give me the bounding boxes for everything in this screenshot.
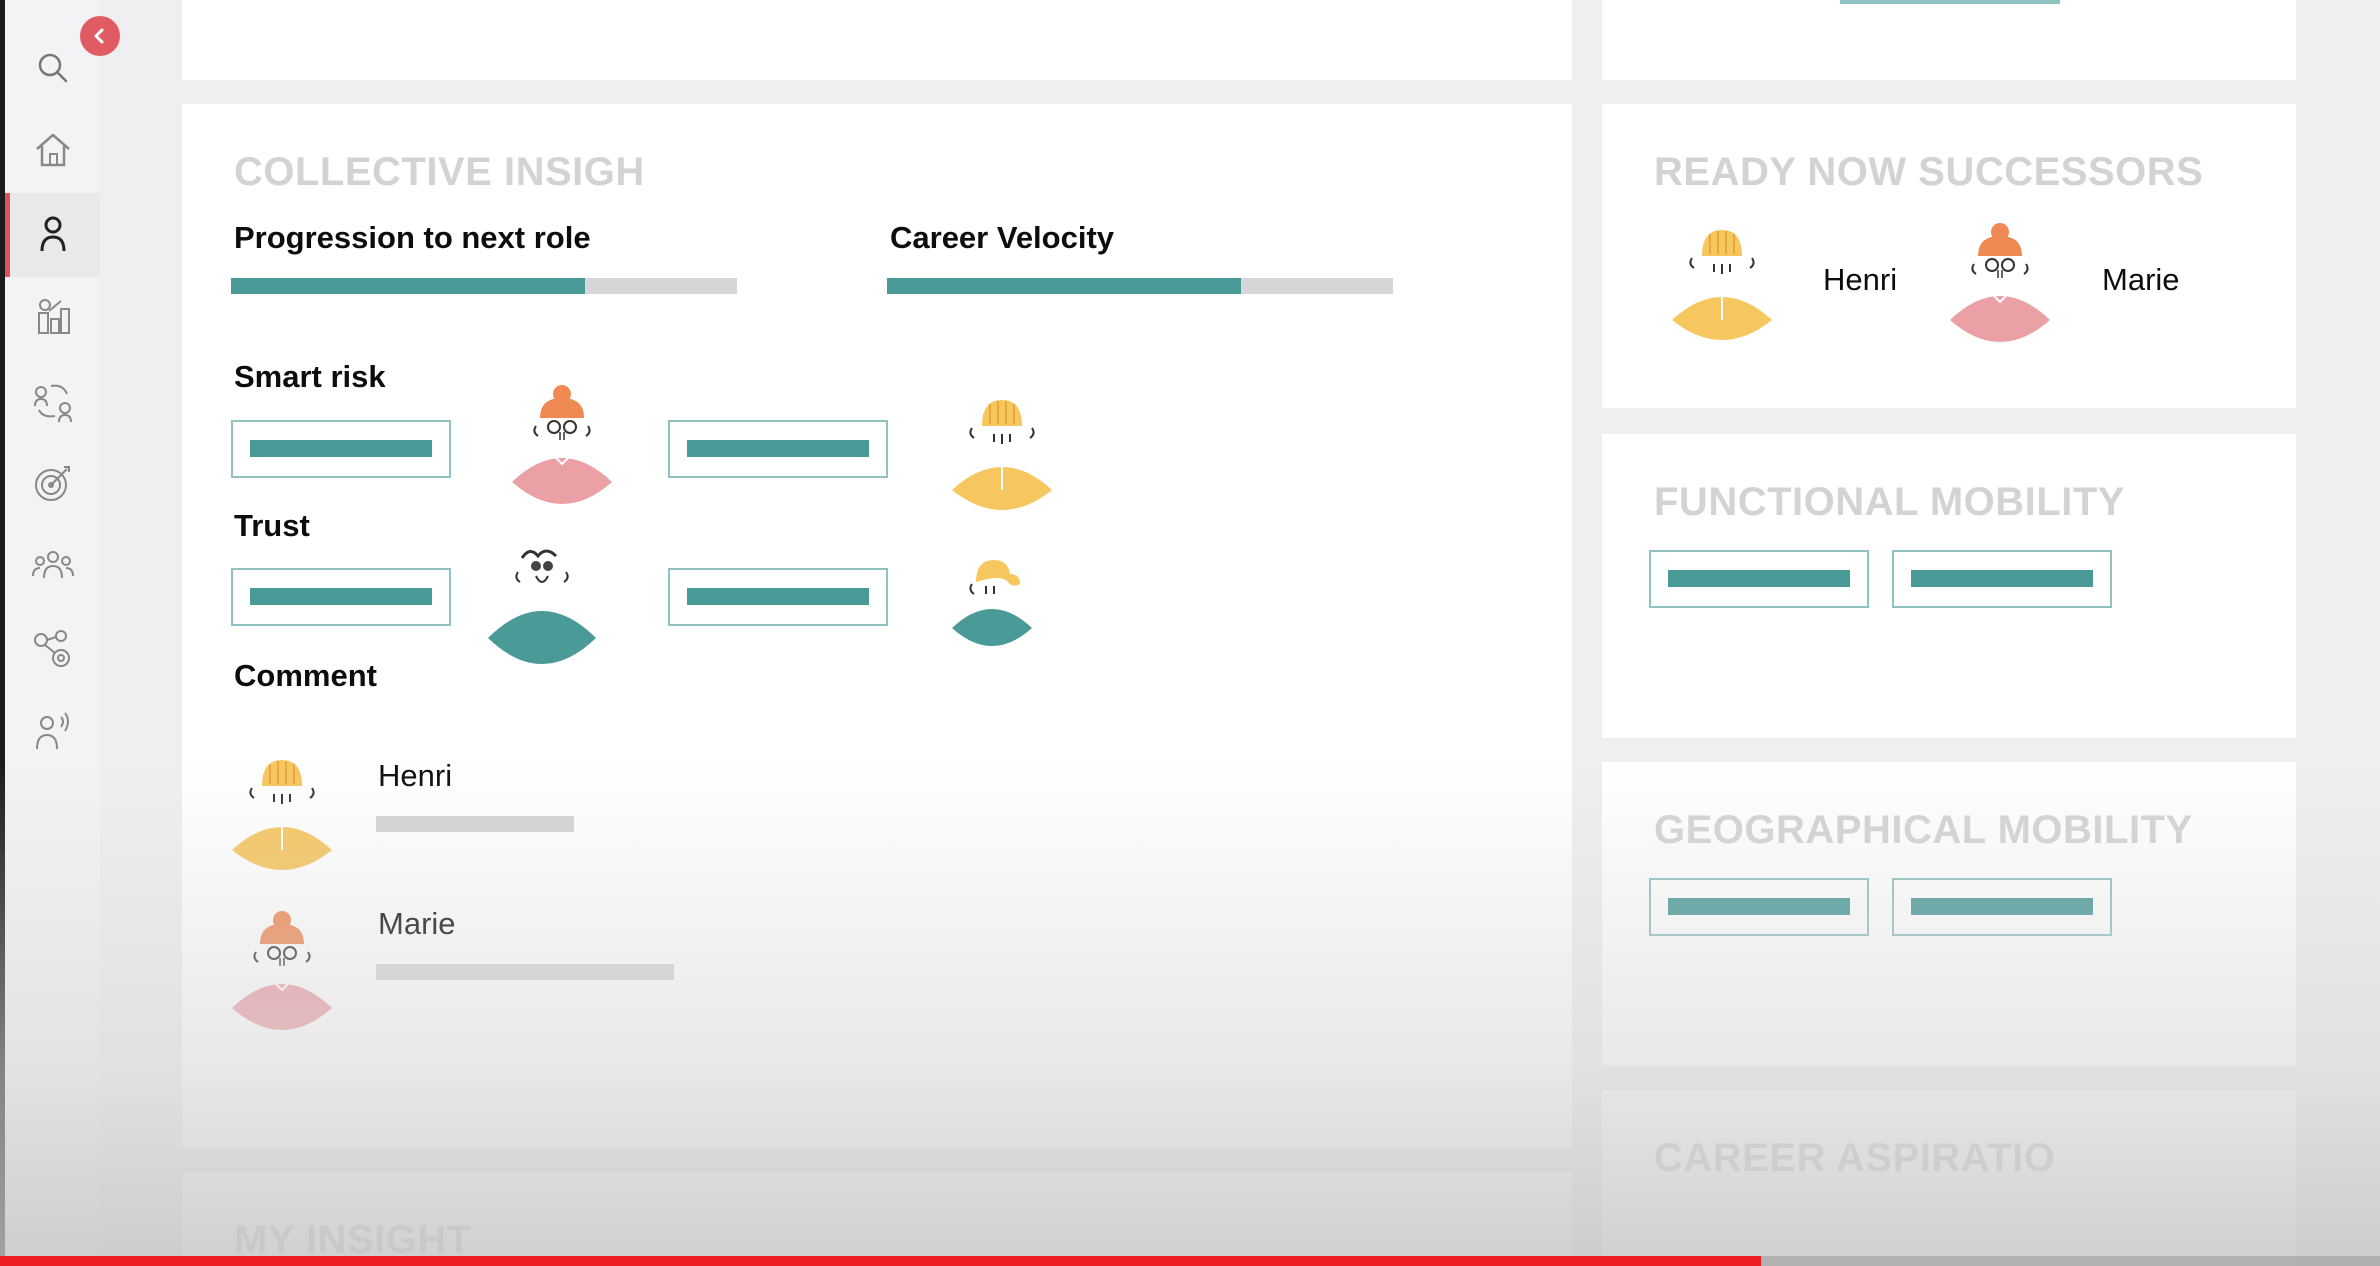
teal-woman-avatar bbox=[952, 560, 1032, 646]
target-icon[interactable] bbox=[25, 455, 81, 511]
smart-risk-label: Smart risk bbox=[234, 359, 386, 394]
trust-bar-2 bbox=[687, 588, 869, 605]
video-progress-remaining[interactable] bbox=[1761, 1256, 2380, 1266]
card-title: FUNCTIONAL MOBILITY bbox=[1654, 480, 2125, 524]
group-icon[interactable] bbox=[25, 538, 81, 594]
geographical-mobility-card: GEOGRAPHICAL MOBILITY bbox=[1602, 762, 2296, 1066]
my-insight-card: MY INSIGHT bbox=[182, 1172, 1572, 1266]
top-left-card bbox=[182, 0, 1572, 80]
progression-label: Progression to next role bbox=[234, 220, 591, 255]
trust-label: Trust bbox=[234, 508, 310, 543]
collapse-sidebar-button[interactable] bbox=[80, 16, 120, 56]
ready-now-successors-card: READY NOW SUCCESSORS Henri Marie bbox=[1602, 104, 2296, 408]
chart-people-icon[interactable] bbox=[25, 289, 81, 345]
functional-bar-1 bbox=[1668, 570, 1850, 587]
smart-risk-bar-1 bbox=[250, 440, 432, 457]
successor-name-marie: Marie bbox=[2102, 262, 2180, 297]
smart-risk-value-2 bbox=[668, 420, 888, 478]
smart-risk-bar-2 bbox=[687, 440, 869, 457]
people-exchange-icon[interactable] bbox=[25, 372, 81, 428]
comment-henri-avatar bbox=[232, 760, 332, 870]
comment-name-henri: Henri bbox=[378, 758, 453, 793]
card-title: READY NOW SUCCESSORS bbox=[1654, 150, 2204, 194]
trust-value-1 bbox=[231, 568, 451, 626]
velocity-bar bbox=[887, 278, 1393, 294]
broadcast-person-icon[interactable] bbox=[25, 703, 81, 759]
smart-risk-value-1 bbox=[231, 420, 451, 478]
person-icon[interactable] bbox=[25, 207, 81, 263]
search-icon[interactable] bbox=[25, 40, 81, 96]
velocity-label: Career Velocity bbox=[890, 220, 1115, 255]
network-icon[interactable] bbox=[25, 620, 81, 676]
sidebar-active-indicator bbox=[5, 193, 10, 277]
career-aspiration-card: CAREER ASPIRATIO bbox=[1602, 1090, 2296, 1266]
henri-avatar bbox=[952, 400, 1052, 510]
geographical-value-2 bbox=[1892, 878, 2112, 936]
geographical-value-1 bbox=[1649, 878, 1869, 936]
velocity-bar-fill bbox=[887, 278, 1242, 294]
functional-mobility-card: FUNCTIONAL MOBILITY bbox=[1602, 434, 2296, 738]
top-right-card-bar bbox=[1840, 0, 2060, 4]
home-icon[interactable] bbox=[25, 122, 81, 178]
functional-value-1 bbox=[1649, 550, 1869, 608]
comment-name-marie: Marie bbox=[378, 906, 456, 941]
successor-marie-avatar bbox=[1950, 223, 2050, 342]
sidebar bbox=[5, 0, 100, 1266]
collective-insight-card: COLLECTIVE INSIGH Progression to next ro… bbox=[182, 104, 1572, 1148]
functional-value-2 bbox=[1892, 550, 2112, 608]
progression-bar-fill bbox=[231, 278, 586, 294]
marie-avatar bbox=[512, 385, 612, 504]
chevron-left-icon bbox=[94, 28, 104, 44]
video-progress-played[interactable] bbox=[0, 1256, 1761, 1266]
teal-man-avatar bbox=[488, 549, 596, 664]
progression-bar bbox=[231, 278, 737, 294]
trust-bar-1 bbox=[250, 588, 432, 605]
geographical-bar-2 bbox=[1911, 898, 2093, 915]
successor-henri-avatar bbox=[1672, 230, 1772, 340]
successor-name-henri: Henri bbox=[1823, 262, 1898, 297]
comment-text-henri bbox=[376, 816, 574, 832]
card-title: COLLECTIVE INSIGH bbox=[234, 150, 645, 194]
geographical-bar-1 bbox=[1668, 898, 1850, 915]
top-right-card bbox=[1602, 0, 2296, 80]
card-title: GEOGRAPHICAL MOBILITY bbox=[1654, 808, 2193, 852]
comment-marie-avatar bbox=[232, 911, 332, 1030]
comment-label: Comment bbox=[234, 658, 377, 693]
functional-bar-2 bbox=[1911, 570, 2093, 587]
comment-text-marie bbox=[376, 964, 674, 980]
trust-value-2 bbox=[668, 568, 888, 626]
card-title: CAREER ASPIRATIO bbox=[1654, 1136, 2056, 1180]
